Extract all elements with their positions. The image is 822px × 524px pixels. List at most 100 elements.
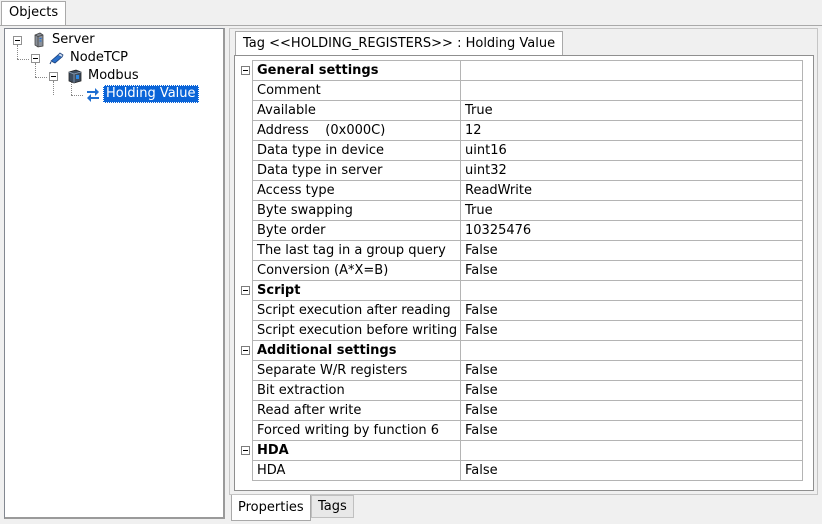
property-value[interactable]: True — [460, 200, 803, 221]
grid-gutter — [238, 320, 253, 341]
property-value[interactable]: uint16 — [460, 140, 803, 161]
grid-gutter — [238, 80, 253, 101]
tab-strip-divider — [0, 25, 822, 26]
grid-property-row[interactable]: Available True — [238, 100, 803, 121]
category-value-cell — [460, 280, 803, 301]
property-value[interactable] — [460, 80, 803, 101]
property-value[interactable]: False — [460, 240, 803, 261]
collapse-icon[interactable] — [31, 54, 40, 63]
grid-gutter — [238, 440, 253, 461]
property-name: Separate W/R registers — [252, 360, 461, 381]
property-value[interactable]: False — [460, 420, 803, 441]
tree-label-holding-value: Holding Value — [103, 85, 199, 103]
property-value[interactable]: False — [460, 260, 803, 281]
property-name: Conversion (A*X=B) — [252, 260, 461, 281]
tab-tag-properties[interactable]: Tag <<HOLDING_REGISTERS>> : Holding Valu… — [235, 31, 564, 56]
property-name: Available — [252, 100, 461, 121]
collapse-icon[interactable] — [241, 65, 250, 75]
property-name: Access type — [252, 180, 461, 201]
grid-property-row[interactable]: Access type ReadWrite — [238, 180, 803, 201]
grid-category-row[interactable]: Script — [238, 280, 803, 301]
grid-property-row[interactable]: Bit extraction False — [238, 380, 803, 401]
property-name: Data type in device — [252, 140, 461, 161]
grid-property-row[interactable]: Address (0x000C) 12 — [238, 120, 803, 141]
property-name: Address (0x000C) — [252, 120, 461, 141]
property-value[interactable]: uint32 — [460, 160, 803, 181]
grid-gutter — [238, 360, 253, 381]
grid-property-row[interactable]: Byte order 10325476 — [238, 220, 803, 241]
tree-label-server: Server — [52, 32, 95, 47]
property-name: Comment — [252, 80, 461, 101]
property-grid: General settings Comment Available True Addr… — [238, 60, 803, 481]
tab-objects[interactable]: Objects — [1, 1, 67, 25]
grid-property-row[interactable]: Forced writing by function 6 False — [238, 420, 803, 441]
property-value[interactable]: False — [460, 360, 803, 381]
tag-arrows-icon — [85, 86, 101, 102]
category-value-cell — [460, 340, 803, 361]
category-value-cell — [460, 60, 803, 81]
grid-property-row[interactable]: Script execution after reading False — [238, 300, 803, 321]
tree-node-modbus[interactable]: Modbus — [5, 67, 220, 85]
collapse-icon[interactable] — [49, 72, 58, 81]
grid-category-row[interactable]: General settings — [238, 60, 803, 81]
grid-gutter — [238, 180, 253, 201]
grid-gutter — [238, 240, 253, 261]
property-name: Bit extraction — [252, 380, 461, 401]
object-tree[interactable]: Server NodeTCP Modbus Holding Value — [4, 28, 225, 519]
grid-property-row[interactable]: Script execution before writing False — [238, 320, 803, 341]
grid-category-row[interactable]: HDA — [238, 440, 803, 461]
grid-property-row[interactable]: Conversion (A*X=B) False — [238, 260, 803, 281]
tree-node-nodetcp[interactable]: NodeTCP — [5, 49, 220, 67]
tree-node-server[interactable]: Server — [5, 31, 220, 49]
grid-property-row[interactable]: The last tag in a group query False — [238, 240, 803, 261]
property-name: Byte swapping — [252, 200, 461, 221]
property-value[interactable]: ReadWrite — [460, 180, 803, 201]
network-node-icon — [49, 50, 65, 66]
property-value[interactable]: False — [460, 460, 803, 481]
grid-property-row[interactable]: Byte swapping True — [238, 200, 803, 221]
grid-property-row[interactable]: Read after write False — [238, 400, 803, 421]
grid-gutter — [238, 300, 253, 321]
property-value[interactable]: False — [460, 380, 803, 401]
category-label: Additional settings — [252, 340, 461, 361]
property-value[interactable]: 12 — [460, 120, 803, 141]
property-name: Data type in server — [252, 160, 461, 181]
tree-node-holding-value[interactable]: Holding Value — [5, 85, 220, 103]
property-value[interactable]: 10325476 — [460, 220, 803, 241]
grid-gutter — [238, 420, 253, 441]
grid-gutter — [238, 260, 253, 281]
grid-gutter — [238, 280, 253, 301]
grid-gutter — [238, 460, 253, 481]
property-value[interactable]: False — [460, 300, 803, 321]
grid-category-row[interactable]: Additional settings — [238, 340, 803, 361]
grid-gutter — [238, 340, 253, 361]
modbus-device-icon — [67, 68, 83, 84]
grid-gutter — [238, 100, 253, 121]
top-tab-strip: Objects — [0, 0, 822, 26]
server-icon — [31, 32, 47, 48]
category-label: General settings — [252, 60, 461, 81]
grid-property-row[interactable]: Comment — [238, 80, 803, 101]
grid-gutter — [238, 220, 253, 241]
grid-gutter — [238, 160, 253, 181]
grid-gutter — [238, 380, 253, 401]
tab-properties[interactable]: Properties — [231, 495, 311, 521]
category-label: HDA — [252, 440, 461, 461]
category-label: Script — [252, 280, 461, 301]
collapse-icon[interactable] — [241, 445, 250, 455]
collapse-icon[interactable] — [241, 285, 250, 295]
collapse-icon[interactable] — [241, 345, 250, 355]
collapse-icon[interactable] — [13, 36, 22, 45]
tree-label-nodetcp: NodeTCP — [70, 50, 129, 65]
tab-tags[interactable]: Tags — [311, 495, 354, 518]
grid-property-row[interactable]: Data type in server uint32 — [238, 160, 803, 181]
grid-gutter — [238, 200, 253, 221]
grid-property-row[interactable]: Separate W/R registers False — [238, 360, 803, 381]
grid-gutter — [238, 60, 253, 81]
grid-property-row[interactable]: HDA False — [238, 460, 803, 481]
property-value[interactable]: False — [460, 320, 803, 341]
property-value[interactable]: False — [460, 400, 803, 421]
property-value[interactable]: True — [460, 100, 803, 121]
grid-gutter — [238, 400, 253, 421]
grid-property-row[interactable]: Data type in device uint16 — [238, 140, 803, 161]
